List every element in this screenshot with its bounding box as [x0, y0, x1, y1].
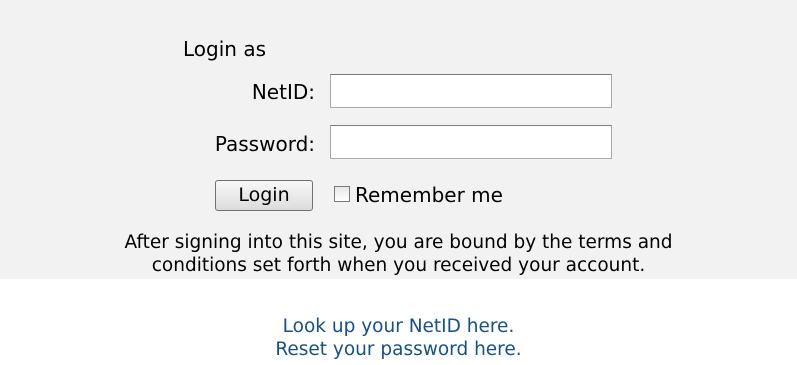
password-label: Password: — [214, 132, 315, 156]
password-reset-link[interactable]: Reset your password here. — [0, 338, 797, 361]
netid-label: NetID: — [251, 80, 315, 104]
login-button[interactable]: Login — [215, 180, 313, 211]
password-input[interactable] — [330, 125, 612, 159]
login-panel: Login as NetID: Password: Login Remember… — [0, 0, 797, 279]
remember-me-checkbox[interactable] — [334, 186, 350, 202]
netid-lookup-link[interactable]: Look up your NetID here. — [0, 315, 797, 338]
terms-line-1: After signing into this site, you are bo… — [124, 232, 673, 253]
login-heading: Login as — [183, 37, 266, 61]
terms-line-2: conditions set forth when you received y… — [151, 255, 646, 276]
remember-me-label[interactable]: Remember me — [355, 183, 503, 207]
terms-notice: After signing into this site, you are bo… — [0, 231, 797, 277]
help-links: Look up your NetID here. Reset your pass… — [0, 315, 797, 361]
netid-input[interactable] — [330, 74, 612, 108]
